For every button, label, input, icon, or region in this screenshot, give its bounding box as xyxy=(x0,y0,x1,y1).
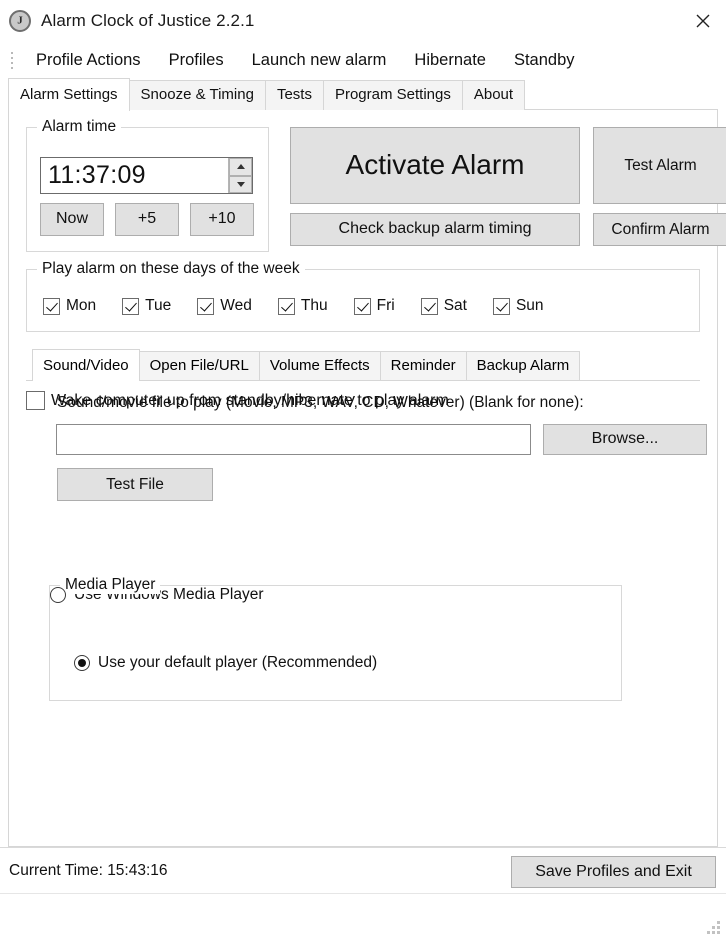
inner-tab-volume-effects[interactable]: Volume Effects xyxy=(258,351,381,380)
spinner-up-button[interactable] xyxy=(229,158,252,176)
window-title: Alarm Clock of Justice 2.2.1 xyxy=(41,10,255,30)
radio-icon xyxy=(74,655,90,671)
day-checkbox-sun[interactable]: Sun xyxy=(492,297,544,315)
chevron-up-icon xyxy=(236,164,245,170)
menu-bar: Profile Actions Profiles Launch new alar… xyxy=(0,41,726,79)
alarm-time-group-title: Alarm time xyxy=(37,118,122,136)
alarm-time-value[interactable]: 11:37:09 xyxy=(41,158,228,193)
alarm-time-spinner xyxy=(228,158,252,193)
top-row: Alarm time 11:37:09 Now +5 +10 Activate xyxy=(19,118,726,252)
now-button[interactable]: Now xyxy=(40,203,104,236)
save-profiles-and-exit-button[interactable]: Save Profiles and Exit xyxy=(511,856,716,888)
media-player-group: Media Player Use your default player (Re… xyxy=(49,576,622,701)
checkbox-icon xyxy=(122,297,140,315)
inner-tab-open-file-url[interactable]: Open File/URL xyxy=(138,351,260,380)
close-icon[interactable] xyxy=(680,0,726,41)
plus-10-button[interactable]: +10 xyxy=(190,203,254,236)
tab-tests[interactable]: Tests xyxy=(264,80,324,110)
drag-grip-icon[interactable] xyxy=(6,50,18,70)
alarm-time-group: Alarm time 11:37:09 Now +5 +10 xyxy=(26,118,269,252)
checkbox-icon xyxy=(197,297,215,315)
current-time-label: Current Time: 15:43:16 xyxy=(9,861,168,879)
window-bottom-strip xyxy=(0,893,726,940)
title-bar: Alarm Clock of Justice 2.2.1 xyxy=(0,0,726,41)
inner-tab-sound-video[interactable]: Sound/Video xyxy=(32,349,140,381)
day-label-thu: Thu xyxy=(300,297,328,314)
test-alarm-button[interactable]: Test Alarm xyxy=(593,127,726,204)
checkbox-icon xyxy=(26,391,45,410)
day-label-tue: Tue xyxy=(145,297,172,314)
checkbox-icon xyxy=(420,297,438,315)
days-of-week-group: Play alarm on these days of the week Mon… xyxy=(26,260,700,332)
chevron-down-icon xyxy=(236,181,245,187)
day-checkbox-thu[interactable]: Thu xyxy=(277,297,328,315)
spinner-down-button[interactable] xyxy=(229,175,252,193)
confirm-alarm-button[interactable]: Confirm Alarm xyxy=(593,213,726,246)
browse-button[interactable]: Browse... xyxy=(543,424,707,455)
checkbox-icon xyxy=(43,297,60,315)
inner-tab-backup-alarm[interactable]: Backup Alarm xyxy=(465,351,581,380)
sound-tab-strip: Sound/Video Open File/URL Volume Effects… xyxy=(26,349,700,381)
activate-alarm-button[interactable]: Activate Alarm xyxy=(290,127,580,204)
checkbox-icon xyxy=(277,297,295,315)
day-label-sat: Sat xyxy=(443,297,467,314)
days-of-week-row: Mon Tue Wed Thu Fri Sat Sun xyxy=(43,297,689,315)
tab-snooze-timing[interactable]: Snooze & Timing xyxy=(128,80,266,110)
action-row-primary: Activate Alarm Test Alarm xyxy=(290,127,726,204)
tab-program-settings[interactable]: Program Settings xyxy=(322,80,463,110)
day-checkbox-wed[interactable]: Wed xyxy=(197,297,252,315)
action-row-secondary: Check backup alarm timing Confirm Alarm xyxy=(290,213,726,246)
menu-item-hibernate[interactable]: Hibernate xyxy=(400,47,500,74)
clock-j-icon xyxy=(9,9,31,32)
sound-tab-control: Sound/Video Open File/URL Volume Effects… xyxy=(26,349,707,701)
day-label-fri: Fri xyxy=(376,297,395,314)
day-checkbox-sat[interactable]: Sat xyxy=(420,297,467,315)
day-label-mon: Mon xyxy=(66,297,97,314)
sound-file-label: Sound/movie file to play (Movie, MP3, WA… xyxy=(57,394,584,411)
status-bar: Current Time: 15:43:16 Save Profiles and… xyxy=(0,847,726,893)
menu-item-profiles[interactable]: Profiles xyxy=(155,47,238,74)
days-of-week-group-title: Play alarm on these days of the week xyxy=(37,260,305,278)
plus-5-button[interactable]: +5 xyxy=(115,203,179,236)
checkbox-icon xyxy=(492,297,510,315)
day-checkbox-tue[interactable]: Tue xyxy=(122,297,171,315)
checkbox-icon xyxy=(353,297,371,315)
day-label-sun: Sun xyxy=(515,297,544,314)
menu-item-standby[interactable]: Standby xyxy=(500,47,589,74)
application-window: Alarm Clock of Justice 2.2.1 Profile Act… xyxy=(0,0,726,940)
menu-item-launch-new-alarm[interactable]: Launch new alarm xyxy=(238,47,401,74)
inner-tab-reminder[interactable]: Reminder xyxy=(379,351,467,380)
radio-icon xyxy=(50,587,66,603)
media-player-group-title: Media Player xyxy=(60,576,161,594)
main-tab-strip: Alarm Settings Snooze & Timing Tests Pro… xyxy=(0,78,726,111)
alarm-settings-page: Alarm time 11:37:09 Now +5 +10 Activate xyxy=(8,110,726,847)
tab-about[interactable]: About xyxy=(461,80,526,110)
alarm-time-quick-buttons: Now +5 +10 xyxy=(40,203,254,236)
radio-default-player[interactable]: Use your default player (Recommended) xyxy=(74,654,377,672)
alarm-action-buttons: Activate Alarm Test Alarm Check backup a… xyxy=(290,127,726,246)
day-checkbox-fri[interactable]: Fri xyxy=(353,297,395,315)
alarm-time-field[interactable]: 11:37:09 xyxy=(40,157,253,194)
resize-grip-icon[interactable] xyxy=(707,921,721,935)
day-label-wed: Wed xyxy=(220,297,252,314)
check-backup-alarm-timing-button[interactable]: Check backup alarm timing xyxy=(290,213,580,246)
menu-item-profile-actions[interactable]: Profile Actions xyxy=(22,47,155,74)
test-file-button[interactable]: Test File xyxy=(57,468,213,501)
tab-alarm-settings[interactable]: Alarm Settings xyxy=(8,78,130,111)
day-checkbox-mon[interactable]: Mon xyxy=(43,297,96,315)
sound-file-input[interactable] xyxy=(56,424,531,455)
radio-default-player-label: Use your default player (Recommended) xyxy=(98,654,378,671)
